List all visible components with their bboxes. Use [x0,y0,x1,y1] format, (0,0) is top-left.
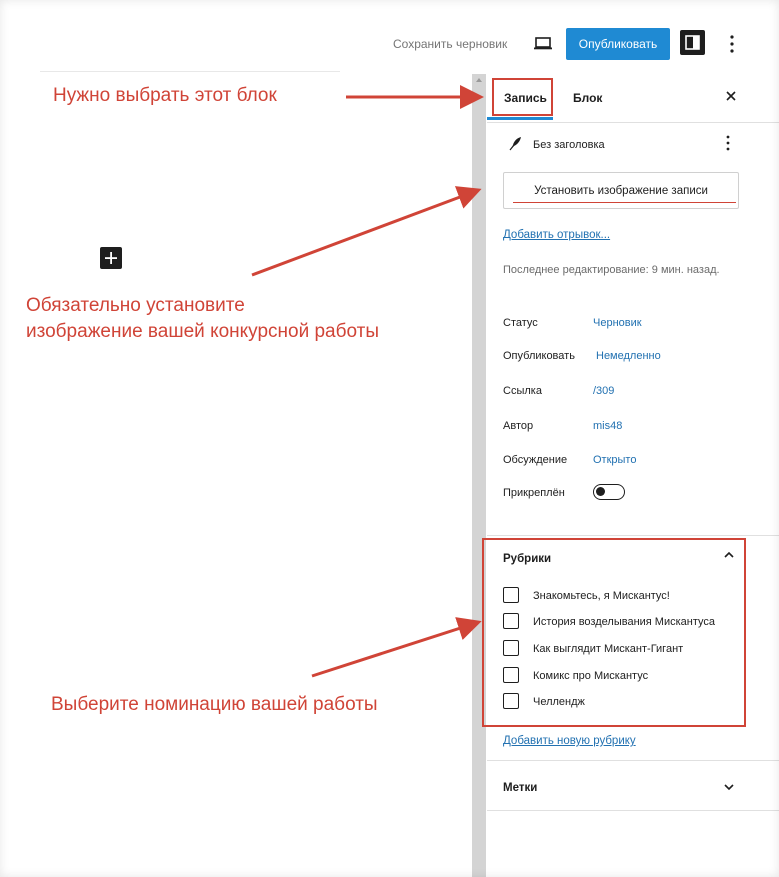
annotation-box-post-tab [492,78,553,116]
add-new-rubric-link[interactable]: Добавить новую рубрику [503,735,636,747]
close-icon[interactable] [721,86,741,106]
divider [487,535,779,536]
sidebar-toggle-icon [685,35,700,50]
annotation-box-rubrics [482,538,746,727]
vertical-ellipsis-icon[interactable] [728,32,736,56]
editor-canvas[interactable] [0,74,472,877]
canvas-scrollbar[interactable] [472,74,486,877]
settings-button[interactable] [680,30,705,55]
post-title: Без заголовка [533,139,605,151]
active-tab-indicator [487,117,553,120]
sticky-label: Прикреплён [503,487,565,499]
divider [487,810,779,811]
laptop-icon[interactable] [532,32,554,54]
set-featured-image-button[interactable]: Установить изображение записи [503,172,739,209]
editor-toolbar: Сохранить черновик Опубликовать [0,0,779,74]
canvas-divider [40,71,340,72]
tags-panel-title[interactable]: Метки [503,782,537,794]
link-label: Ссылка [503,385,542,397]
annotation-choose-block: Нужно выбрать этот блок [53,85,277,106]
annotation-underline [513,202,736,203]
add-excerpt-link[interactable]: Добавить отрывок... [503,229,610,241]
publish-button[interactable]: Опубликовать [566,28,670,60]
feather-icon [509,137,521,151]
annotation-choose-nomination: Выберите номинацию вашей работы [51,694,378,715]
discussion-label: Обсуждение [503,454,568,466]
link-value[interactable]: /309 [593,385,614,397]
divider [487,760,779,761]
discussion-value[interactable]: Открыто [593,454,636,466]
status-label: Статус [503,317,538,329]
status-value[interactable]: Черновик [593,317,642,329]
tab-block[interactable]: Блок [573,91,602,105]
publish-value[interactable]: Немедленно [596,350,661,362]
vertical-ellipsis-icon[interactable] [724,133,732,153]
chevron-down-icon[interactable] [722,780,736,794]
last-edited-text: Последнее редактирование: 9 мин. назад. [503,264,720,276]
scroll-up-arrow-icon[interactable] [476,78,482,82]
save-draft-button[interactable]: Сохранить черновик [393,37,507,51]
author-label: Автор [503,420,534,432]
sticky-toggle[interactable] [593,484,625,500]
plus-icon [105,252,117,264]
annotation-set-image-line2: изображение вашей конкурсной работы [26,321,380,342]
author-value[interactable]: mis48 [593,420,622,432]
publish-label: Опубликовать [503,350,575,362]
annotation-set-image-line1: Обязательно установите [26,295,245,316]
add-block-button[interactable] [100,247,122,269]
